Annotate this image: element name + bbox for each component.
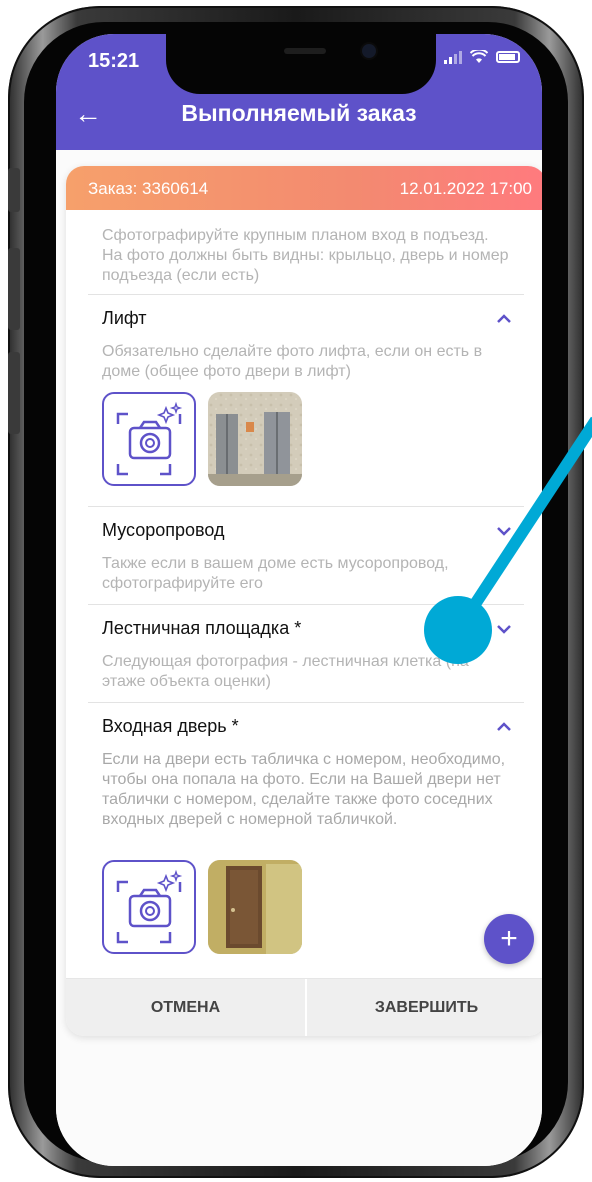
app-bar: 15:21 ← Выполняемый заказ xyxy=(56,34,542,150)
section-title-lift[interactable]: Лифт xyxy=(102,308,147,329)
order-number: Заказ: 3360614 xyxy=(88,179,209,198)
finish-button[interactable]: ЗАВЕРШИТЬ xyxy=(307,979,542,1036)
volume-down-button xyxy=(8,352,20,434)
section-description: Сфотографируйте крупным планом вход в по… xyxy=(102,227,509,284)
status-time: 15:21 xyxy=(88,50,140,72)
page-title: Выполняемый заказ xyxy=(181,100,417,126)
divider xyxy=(88,294,524,295)
section-title-staircase[interactable]: Лестничная площадка * xyxy=(102,618,301,639)
status-icons xyxy=(444,50,520,64)
wifi-icon xyxy=(470,50,488,63)
front-camera xyxy=(362,44,376,58)
section-description: Также если в вашем доме есть мусоропрово… xyxy=(102,555,449,592)
add-photo-fab[interactable]: + xyxy=(484,914,534,964)
cancel-button[interactable]: ОТМЕНА xyxy=(66,979,305,1036)
door-photo xyxy=(208,860,302,954)
camera-icon xyxy=(116,401,183,476)
chevron-up-icon[interactable] xyxy=(496,314,512,324)
order-header: Заказ: 3360614 12.01.2022 17:00 xyxy=(66,166,542,210)
chevron-down-icon[interactable] xyxy=(496,624,512,634)
elevator-photo xyxy=(208,392,302,486)
door-photo-thumbnail[interactable] xyxy=(208,860,302,954)
elevator-photo-thumbnail[interactable] xyxy=(208,392,302,486)
volume-up-button xyxy=(8,248,20,330)
battery-icon xyxy=(496,51,520,63)
chevron-down-icon[interactable] xyxy=(496,526,512,536)
order-card: Заказ: 3360614 12.01.2022 17:00 Сфотогра… xyxy=(66,166,542,1036)
section-description: Обязательно сделайте фото лифта, если он… xyxy=(102,343,483,380)
divider xyxy=(88,604,524,605)
add-photo-button[interactable] xyxy=(102,392,196,486)
notch xyxy=(166,34,436,94)
section-description: Следующая фотография - лестничная клетка… xyxy=(102,653,469,690)
phone-screen: 15:21 ← Выполняемый заказ Заказ: 3360614… xyxy=(56,34,542,1166)
section-title-entrance-door[interactable]: Входная дверь * xyxy=(102,716,239,737)
divider xyxy=(88,702,524,703)
section-title-garbage-chute[interactable]: Мусоропровод xyxy=(102,520,224,541)
speaker-grille xyxy=(284,48,326,54)
action-bar: ОТМЕНА ЗАВЕРШИТЬ xyxy=(66,978,542,1036)
chevron-up-icon[interactable] xyxy=(496,722,512,732)
cellular-signal-icon xyxy=(444,50,462,64)
camera-icon xyxy=(116,869,183,944)
divider xyxy=(88,506,524,507)
add-photo-button[interactable] xyxy=(102,860,196,954)
mute-switch xyxy=(8,168,20,212)
order-datetime: 12.01.2022 17:00 xyxy=(399,179,532,198)
section-description: Если на двери есть табличка с номером, н… xyxy=(102,751,506,828)
